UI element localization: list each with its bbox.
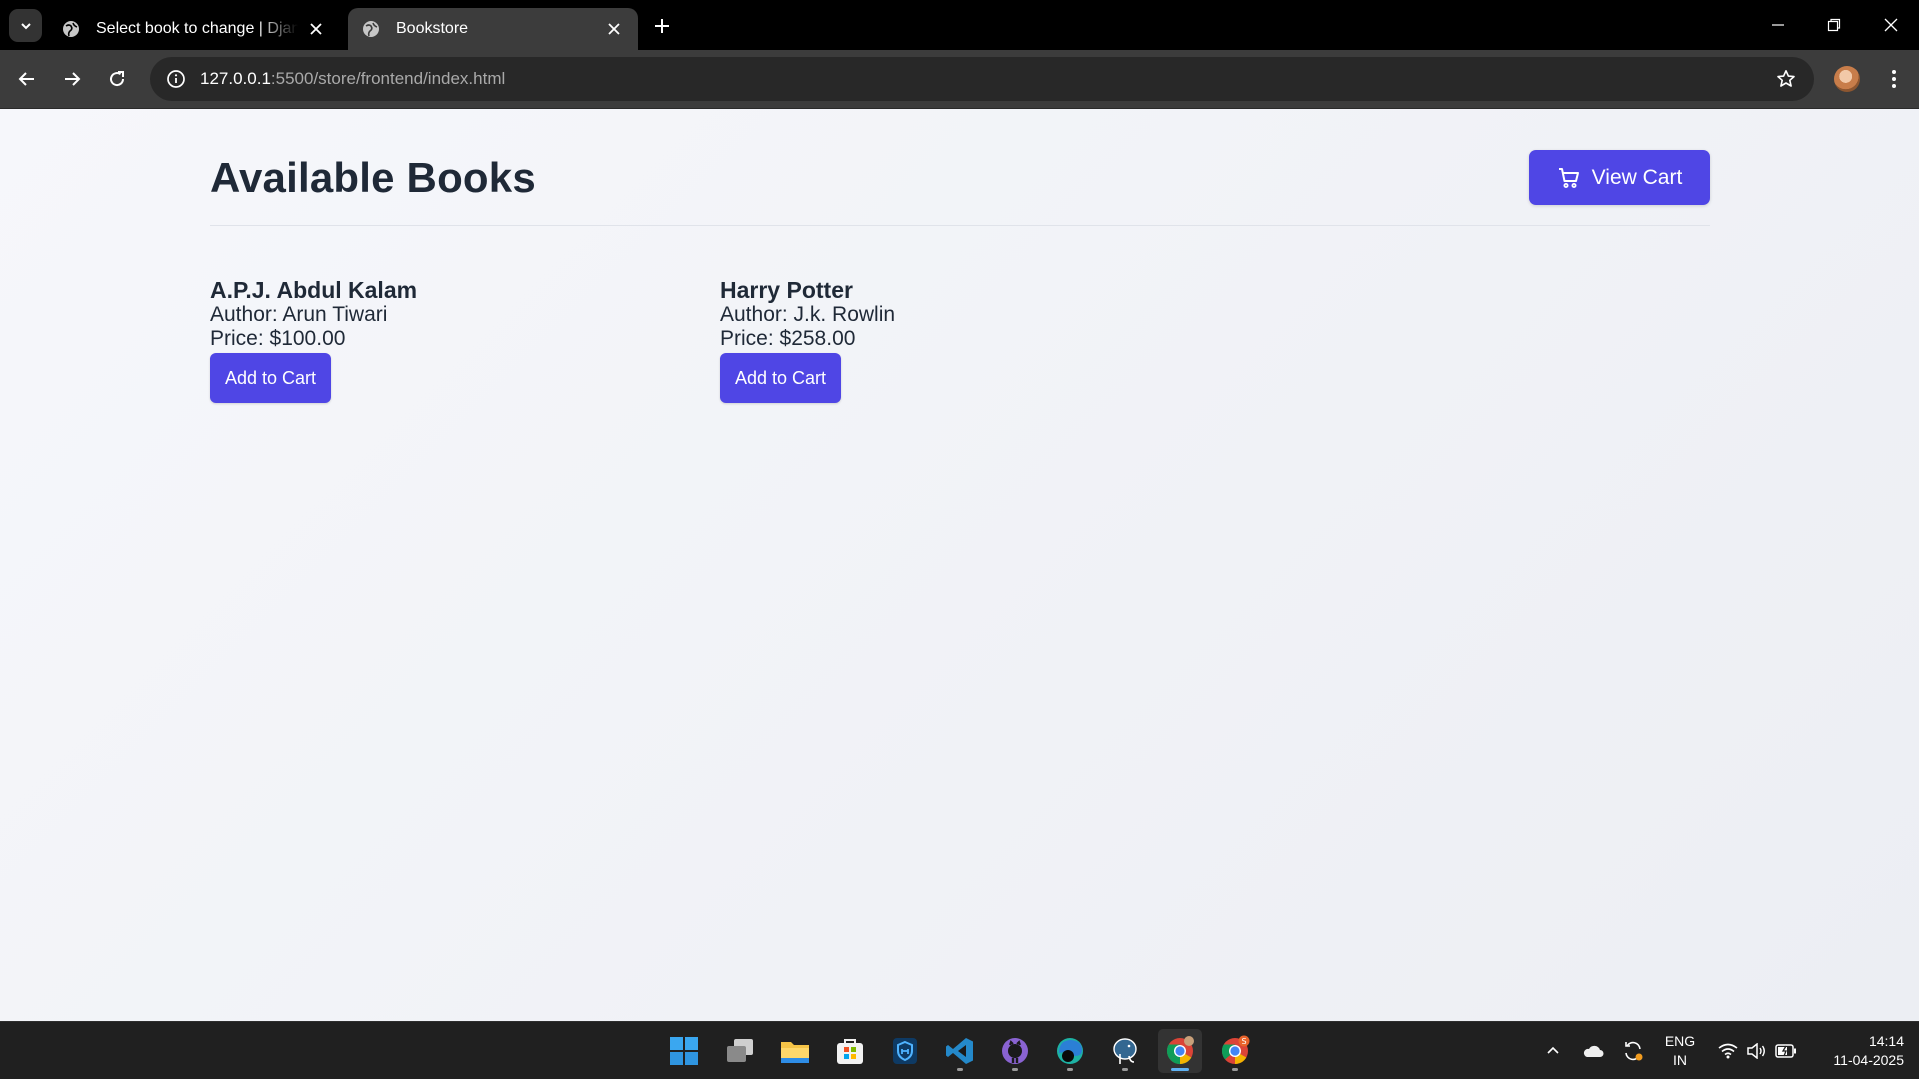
reload-icon — [110, 71, 125, 87]
add-to-cart-button[interactable]: Add to Cart — [720, 353, 841, 403]
page-header: Available Books View Cart — [210, 109, 1710, 226]
book-card: A.P.J. Abdul Kalam Author: Arun Tiwari P… — [210, 277, 690, 403]
book-title: A.P.J. Abdul Kalam — [210, 277, 418, 303]
minimize-icon — [1772, 24, 1784, 26]
system-clock[interactable]: 14:14 11-04-2025 — [1810, 1032, 1904, 1070]
page-viewport: Available Books View Cart A.P.J. Abdul K… — [0, 108, 1919, 1021]
url-text[interactable]: 127.0.0.1:5500/store/frontend/index.html — [200, 69, 505, 89]
url-host: 127.0.0.1 — [200, 69, 271, 88]
minimize-button[interactable] — [1750, 0, 1806, 50]
plus-icon — [655, 19, 669, 33]
new-tab-button[interactable] — [648, 12, 676, 40]
battery-charging-icon[interactable] — [1772, 1022, 1800, 1079]
clock-time: 14:14 — [1868, 1033, 1904, 1049]
restore-icon — [1827, 18, 1841, 32]
chrome-icon[interactable] — [1158, 1029, 1202, 1073]
running-indicator — [1171, 1068, 1189, 1071]
chevron-up-icon[interactable] — [1540, 1022, 1566, 1079]
globe-icon — [63, 21, 79, 37]
book-title: Harry Potter — [720, 277, 853, 303]
book-card: Harry Potter Author: J.k. Rowlin Price: … — [720, 277, 1200, 403]
svg-text:S: S — [1241, 1037, 1246, 1046]
view-cart-label: View Cart — [1591, 165, 1683, 189]
book-price: Price: $258.00 — [720, 327, 856, 350]
page-container: Available Books View Cart A.P.J. Abdul K… — [210, 109, 1710, 403]
running-indicator — [1232, 1068, 1238, 1071]
github-icon[interactable] — [993, 1029, 1037, 1073]
chrome-profile-icon[interactable]: S — [1213, 1029, 1257, 1073]
book-author: Author: J.k. Rowlin — [720, 303, 896, 326]
globe-icon — [363, 21, 379, 37]
windows-taskbar: S ENG IN 14:14 11-04-2025 — [0, 1021, 1919, 1079]
tab-bookstore[interactable]: Bookstore — [348, 8, 638, 50]
sync-update-icon[interactable] — [1618, 1022, 1648, 1079]
restore-button[interactable] — [1806, 0, 1862, 50]
clock-date: 11-04-2025 — [1833, 1052, 1904, 1068]
browser-toolbar: 127.0.0.1:5500/store/frontend/index.html — [0, 50, 1919, 108]
vscode-icon[interactable] — [938, 1029, 982, 1073]
running-indicator — [1122, 1068, 1128, 1071]
back-button[interactable] — [11, 63, 43, 95]
tab-django-admin[interactable]: Select book to change | Django site admi… — [48, 8, 340, 50]
close-icon — [1884, 18, 1898, 32]
tab-title: Bookstore — [396, 20, 469, 37]
close-window-button[interactable] — [1863, 0, 1919, 50]
reload-button[interactable] — [101, 63, 133, 95]
language-indicator[interactable]: ENG IN — [1660, 1032, 1700, 1070]
task-view-icon[interactable] — [718, 1029, 762, 1073]
book-author: Author: Arun Tiwari — [210, 303, 388, 326]
close-tab-icon[interactable] — [306, 19, 326, 39]
tab-title: Select book to change | Django site admi… — [96, 20, 298, 37]
more-vertical-icon — [1892, 70, 1896, 88]
microsoft-store-icon[interactable] — [828, 1029, 872, 1073]
tab-strip: Select book to change | Django site admi… — [0, 0, 1919, 50]
wifi-icon[interactable] — [1716, 1022, 1740, 1079]
shopping-cart-icon — [1558, 167, 1579, 188]
tab-search-button[interactable] — [9, 9, 42, 42]
running-indicator — [1012, 1068, 1018, 1071]
add-to-cart-button[interactable]: Add to Cart — [210, 353, 331, 403]
arrow-right-icon — [65, 72, 81, 86]
language-line1: ENG — [1664, 1033, 1696, 1049]
forward-button[interactable] — [56, 63, 88, 95]
bookmark-star-icon[interactable] — [1774, 67, 1798, 91]
language-line2: IN — [1673, 1052, 1687, 1068]
windows-start-icon[interactable] — [662, 1029, 706, 1073]
app-shield-icon[interactable] — [883, 1029, 927, 1073]
address-bar[interactable]: 127.0.0.1:5500/store/frontend/index.html — [150, 57, 1814, 101]
postgresql-icon[interactable] — [1103, 1029, 1147, 1073]
running-indicator — [1067, 1068, 1073, 1071]
site-info-icon[interactable] — [154, 57, 198, 101]
volume-icon[interactable] — [1744, 1022, 1768, 1079]
edge-icon[interactable] — [1048, 1029, 1092, 1073]
page-title: Available Books — [210, 154, 536, 201]
close-tab-icon[interactable] — [604, 19, 624, 39]
running-indicator — [957, 1068, 963, 1071]
view-cart-button[interactable]: View Cart — [1529, 150, 1710, 205]
arrow-left-icon — [18, 72, 34, 86]
browser-menu-button[interactable] — [1880, 64, 1908, 94]
file-explorer-icon[interactable] — [773, 1029, 817, 1073]
profile-avatar[interactable] — [1834, 66, 1860, 92]
onedrive-cloud-icon[interactable] — [1578, 1022, 1608, 1079]
book-price: Price: $100.00 — [210, 327, 346, 350]
url-path: :5500/store/frontend/index.html — [270, 69, 506, 88]
chevron-down-icon — [20, 22, 31, 29]
